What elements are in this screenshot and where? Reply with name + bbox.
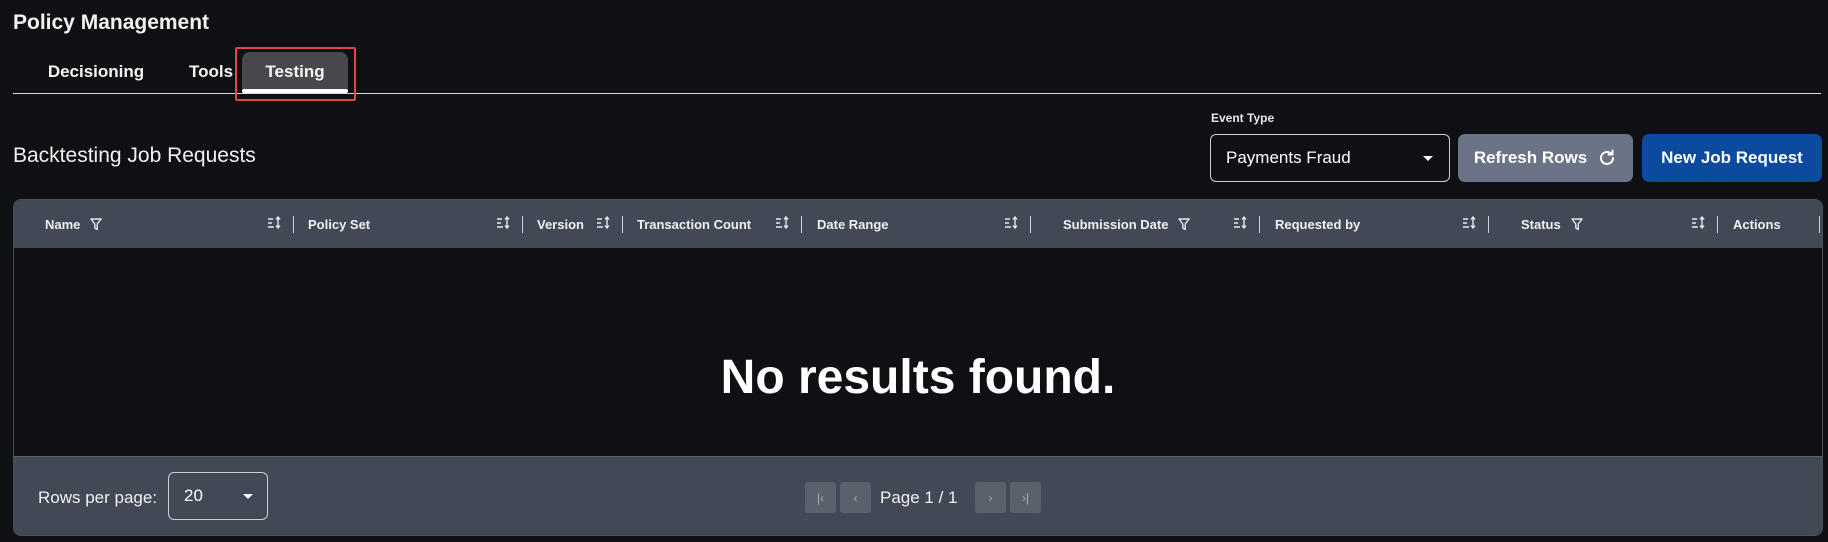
sort-icon[interactable]: [596, 215, 611, 230]
page-title: Policy Management: [13, 11, 210, 34]
caret-down-icon: [243, 494, 253, 499]
event-type-label: Event Type: [1211, 111, 1275, 125]
last-page-button[interactable]: ›|: [1010, 482, 1041, 513]
table-header: Name Policy Set Version Transaction Coun…: [14, 200, 1822, 248]
column-label: Policy Set: [308, 216, 371, 232]
column-label: Transaction Count: [637, 216, 752, 232]
column-label: Submission Date: [1063, 216, 1169, 232]
column-label: Version: [537, 216, 584, 232]
first-page-icon: |‹: [816, 490, 825, 505]
refresh-rows-button[interactable]: Refresh Rows: [1458, 134, 1633, 182]
empty-state-message: No results found.: [720, 351, 1116, 404]
refresh-rows-label: Refresh Rows: [1473, 148, 1588, 167]
column-header-version: Version: [537, 200, 584, 248]
column-label: Status: [1521, 216, 1561, 232]
sort-icon[interactable]: [1691, 215, 1706, 230]
column-divider[interactable]: [1259, 216, 1260, 233]
next-page-button[interactable]: ›: [975, 482, 1006, 513]
column-label: Actions: [1733, 216, 1781, 232]
event-type-select[interactable]: Payments Fraud: [1210, 134, 1450, 182]
column-label: Date Range: [817, 216, 889, 232]
filter-icon[interactable]: [90, 217, 103, 231]
caret-down-icon: [1423, 156, 1433, 161]
policy-management-app: Policy Management Decisioning Tools Test…: [0, 0, 1828, 542]
column-divider[interactable]: [1488, 216, 1489, 233]
tab-bar: Decisioning Tools Testing: [13, 50, 1821, 94]
rows-per-page-select[interactable]: 20: [168, 472, 268, 520]
filter-icon[interactable]: [1178, 217, 1191, 231]
section-title: Backtesting Job Requests: [13, 144, 256, 167]
sort-icon[interactable]: [1462, 215, 1477, 230]
tab-tools[interactable]: Tools: [169, 52, 253, 92]
column-divider[interactable]: [1030, 216, 1031, 233]
sort-icon[interactable]: [1004, 215, 1019, 230]
column-divider[interactable]: [1717, 216, 1718, 233]
page-indicator: Page 1 / 1: [880, 488, 958, 507]
sort-icon[interactable]: [775, 215, 790, 230]
last-page-icon: ›|: [1021, 490, 1030, 505]
filter-icon[interactable]: [1571, 217, 1583, 231]
sort-icon[interactable]: [1233, 215, 1248, 230]
column-header-transaction-count: Transaction Count: [637, 200, 751, 248]
rows-per-page-label: Rows per page:: [38, 488, 158, 507]
column-divider[interactable]: [522, 216, 523, 233]
chevron-left-icon: ‹: [853, 490, 858, 505]
column-divider[interactable]: [801, 216, 802, 233]
column-divider[interactable]: [622, 216, 623, 233]
refresh-icon: [1597, 148, 1617, 168]
column-divider[interactable]: [1819, 216, 1820, 233]
sort-icon[interactable]: [496, 215, 511, 230]
column-header-name: Name: [45, 200, 103, 248]
tab-testing[interactable]: Testing: [242, 52, 348, 93]
column-header-status: Status: [1521, 200, 1583, 248]
sort-icon[interactable]: [267, 215, 282, 230]
event-type-value: Payments Fraud: [1226, 148, 1351, 167]
column-divider[interactable]: [293, 216, 294, 233]
tab-decisioning[interactable]: Decisioning: [23, 52, 169, 92]
column-label: Name: [45, 216, 81, 232]
column-header-actions: Actions: [1733, 200, 1781, 248]
previous-page-button[interactable]: ‹: [840, 482, 871, 513]
column-header-submission-date: Submission Date: [1063, 200, 1191, 248]
table-pagination-footer: Rows per page: 20 |‹ ‹ Page 1 / 1 › ›|: [14, 456, 1822, 535]
new-job-request-button[interactable]: New Job Request: [1642, 134, 1822, 182]
rows-per-page-value: 20: [184, 486, 203, 505]
first-page-button[interactable]: |‹: [805, 482, 836, 513]
column-header-requested-by: Requested by: [1275, 200, 1360, 248]
job-requests-table: Name Policy Set Version Transaction Coun…: [13, 199, 1823, 536]
chevron-right-icon: ›: [988, 490, 993, 505]
column-header-date-range: Date Range: [817, 200, 889, 248]
column-label: Requested by: [1275, 216, 1361, 232]
column-header-policy-set: Policy Set: [308, 200, 370, 248]
